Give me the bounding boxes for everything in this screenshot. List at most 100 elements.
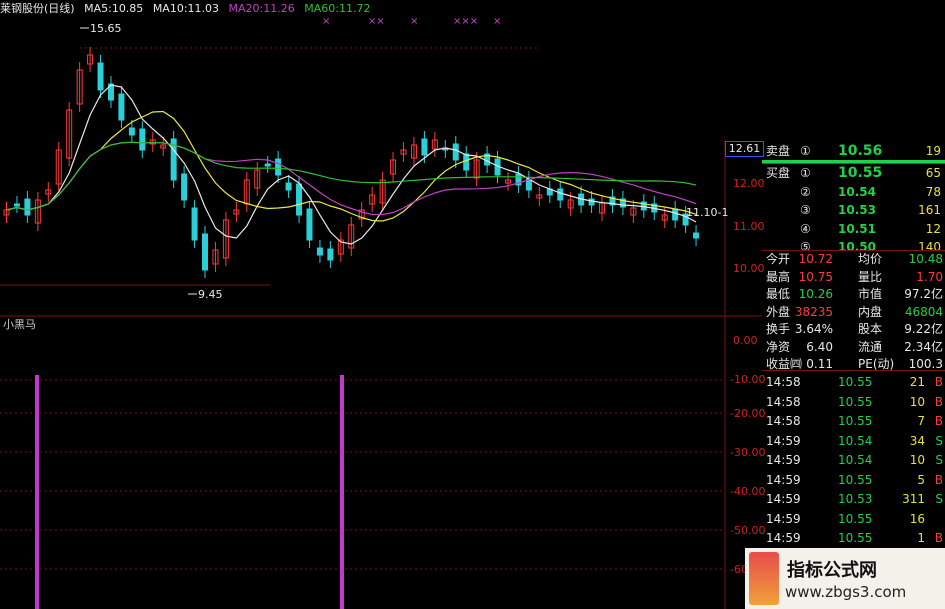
bid-price: 10.51 bbox=[838, 221, 876, 236]
indicator-tick: -10.00 bbox=[730, 373, 766, 386]
tick-row[interactable]: 14:59 10.54 34 S bbox=[762, 432, 945, 450]
candle-body bbox=[128, 127, 135, 136]
tick-side: B bbox=[934, 531, 943, 545]
tick-row[interactable]: 14:59 10.55 5 B bbox=[762, 471, 945, 489]
stat-value: 10.72 bbox=[798, 252, 833, 266]
stat-label: 内盘 bbox=[858, 304, 883, 319]
candle-body bbox=[452, 143, 459, 161]
indicator-tick: -40.00 bbox=[730, 485, 766, 498]
tick-price: 10.53 bbox=[838, 492, 873, 506]
stat-label: 最高 bbox=[766, 269, 791, 284]
tick-time: 14:58 bbox=[766, 414, 801, 428]
watermark-url: www.zbgs3.com bbox=[785, 583, 907, 601]
bid-price: 10.55 bbox=[838, 165, 883, 181]
watermark: 指标公式网 www.zbgs3.com bbox=[745, 548, 945, 609]
tick-row[interactable]: 14:58 10.55 7 B bbox=[762, 412, 945, 430]
tick-time: 14:59 bbox=[766, 511, 801, 526]
candle-body bbox=[693, 232, 700, 239]
tick-row[interactable]: 14:59 10.54 10 S bbox=[762, 451, 945, 469]
candle-body bbox=[13, 203, 20, 207]
tick-time: 14:59 bbox=[766, 472, 801, 487]
stat-value: 2.34亿 bbox=[904, 339, 943, 354]
stat-value: 10.26 bbox=[798, 287, 833, 301]
low-annotation: 9.45 bbox=[198, 288, 223, 301]
stat-row[interactable]: 今开 10.72 均价 10.48 bbox=[762, 250, 945, 268]
signal-marker: × bbox=[493, 16, 501, 27]
tick-row[interactable]: 14:58 10.55 10 B bbox=[762, 393, 945, 411]
bid-volume: 161 bbox=[918, 203, 941, 217]
stat-value: 9.22亿 bbox=[904, 322, 943, 336]
signal-marker: ××× bbox=[453, 16, 478, 27]
candle-body bbox=[306, 208, 313, 241]
stat-row[interactable]: 换手 3.64% 股本 9.22亿 bbox=[762, 320, 945, 338]
tick-volume: 16 bbox=[909, 511, 925, 526]
sell-marker: ① bbox=[800, 144, 811, 158]
tick-row[interactable]: 14:58 10.55 21 B bbox=[762, 373, 945, 391]
tick-price: 10.55 bbox=[838, 511, 873, 526]
bid-row[interactable]: 买盘 ① 10.55 65 bbox=[762, 164, 945, 182]
tick-time: 14:59 bbox=[766, 531, 801, 545]
quote-panel: 卖盘 ① 10.56 19 买盘 ① 10.55 65 ② 10.54 78 ③ 10.53 16… bbox=[762, 142, 945, 609]
candle-body bbox=[557, 188, 564, 201]
tick-volume: 34 bbox=[909, 433, 925, 448]
bid-row[interactable]: ② 10.54 78 bbox=[762, 183, 945, 201]
bid-price: 10.54 bbox=[838, 184, 876, 199]
stat-value: 3.64% bbox=[794, 322, 833, 336]
tick-side: B bbox=[934, 394, 943, 409]
candle-body bbox=[118, 93, 125, 121]
tick-row[interactable]: 14:59 10.55 1 B bbox=[762, 529, 945, 547]
price-top-value: 12.61 bbox=[728, 142, 761, 155]
price-tick: 11.00 bbox=[733, 220, 765, 233]
stat-value: 97.2亿 bbox=[904, 287, 943, 301]
stat-label: 最低 bbox=[766, 287, 791, 301]
stat-value: 10.48 bbox=[908, 252, 943, 266]
tick-side: S bbox=[935, 492, 943, 506]
bid-marker: ① bbox=[800, 166, 811, 180]
bid-marker: ④ bbox=[800, 221, 811, 236]
panel-divider bbox=[762, 370, 945, 371]
tick-side: S bbox=[935, 433, 943, 448]
tick-volume: 7 bbox=[917, 414, 925, 428]
price-tick: 12.00 bbox=[733, 177, 765, 190]
kline-chart[interactable]: × ×× × ××× × 15.65 9.45 11.10-1 bbox=[0, 0, 762, 609]
tick-time: 14:58 bbox=[766, 375, 801, 389]
indicator-bar bbox=[35, 375, 39, 609]
tick-row[interactable]: 14:59 10.53 311 S bbox=[762, 490, 945, 508]
stat-value: 10.75 bbox=[798, 269, 833, 284]
indicator-name: 小黑马 bbox=[3, 318, 36, 331]
stat-row[interactable]: 最低 10.26 市值 97.2亿 bbox=[762, 285, 945, 303]
tick-price: 10.55 bbox=[838, 472, 873, 487]
candle-body bbox=[264, 163, 271, 167]
stat-row[interactable]: 最高 10.75 量比 1.70 bbox=[762, 268, 945, 286]
stat-row[interactable]: 净资 6.40 流通 2.34亿 bbox=[762, 338, 945, 356]
bid-marker: ② bbox=[800, 184, 811, 199]
candle-body bbox=[327, 248, 334, 261]
buy-label: 买盘 bbox=[766, 166, 791, 180]
stat-label: 市值 bbox=[858, 287, 883, 301]
bid-row[interactable]: ④ 10.51 12 bbox=[762, 220, 945, 238]
tick-side: B bbox=[934, 472, 943, 487]
bid-marker: ③ bbox=[800, 203, 811, 217]
tick-time: 14:59 bbox=[766, 453, 801, 467]
bid-volume: 78 bbox=[925, 184, 941, 199]
tick-volume: 10 bbox=[909, 394, 925, 409]
tick-time: 14:59 bbox=[766, 492, 801, 506]
stat-row[interactable]: 外盘 38235 内盘 46804 bbox=[762, 303, 945, 321]
tick-row[interactable]: 14:59 10.55 16 bbox=[762, 510, 945, 528]
bid-row[interactable]: ③ 10.53 161 bbox=[762, 201, 945, 219]
tick-volume: 1 bbox=[917, 531, 925, 545]
candle-body bbox=[97, 62, 104, 91]
stat-label: 换手 bbox=[766, 322, 791, 336]
sell-row[interactable]: 卖盘 ① 10.56 19 bbox=[762, 142, 945, 160]
tick-side: B bbox=[934, 375, 943, 389]
stat-value: 6.40 bbox=[806, 339, 833, 354]
indicator-tick: -30.00 bbox=[730, 446, 766, 459]
stat-value: 38235 bbox=[794, 304, 833, 319]
watermark-logo-icon bbox=[749, 552, 779, 605]
candle-body bbox=[316, 247, 323, 256]
sell-volume: 19 bbox=[925, 144, 941, 158]
tick-price: 10.54 bbox=[838, 453, 873, 467]
stat-label: 外盘 bbox=[766, 304, 791, 319]
tick-time: 14:58 bbox=[766, 394, 801, 409]
stat-label: 股本 bbox=[858, 322, 883, 336]
